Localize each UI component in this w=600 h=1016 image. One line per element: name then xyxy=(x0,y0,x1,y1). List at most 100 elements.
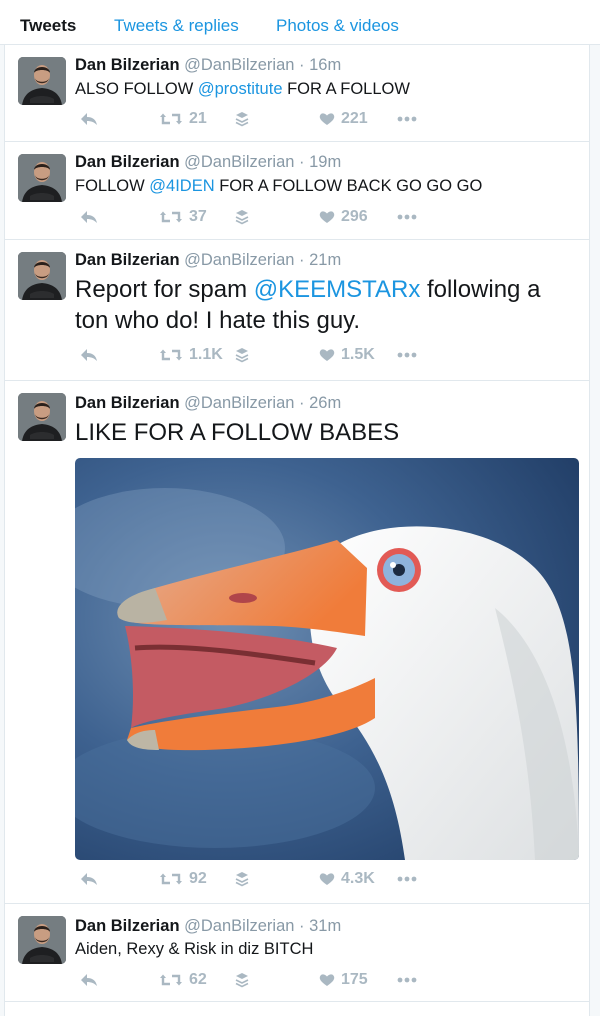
retweet-icon xyxy=(159,871,183,887)
tweet-text: Report for spam @KEEMSTARx following a xyxy=(75,274,540,305)
avatar-photo xyxy=(18,57,66,105)
retweet-button[interactable]: 92 xyxy=(159,869,207,889)
tweet[interactable]: Dan Bilzerian @DanBilzerian · 16m ALSO F… xyxy=(5,45,589,142)
heart-icon xyxy=(319,111,335,127)
heart-icon xyxy=(319,871,335,887)
goose-photo-graphic xyxy=(75,458,579,860)
author-name[interactable]: Dan Bilzerian xyxy=(75,251,180,269)
buffer-button[interactable] xyxy=(235,869,249,889)
reply-icon xyxy=(79,871,99,887)
tweet-header: Dan Bilzerian @DanBilzerian · 16m xyxy=(75,55,341,75)
more-button[interactable] xyxy=(397,345,417,365)
tweet-actions: 1.1K 1.5K xyxy=(75,345,475,365)
author-name[interactable]: Dan Bilzerian xyxy=(75,394,180,412)
tweet-timestamp[interactable]: 21m xyxy=(309,251,341,269)
author-name[interactable]: Dan Bilzerian xyxy=(75,153,180,171)
more-icon xyxy=(397,214,417,220)
buffer-button[interactable] xyxy=(235,970,249,990)
retweet-icon xyxy=(159,347,183,363)
more-icon xyxy=(397,977,417,983)
tweet-timestamp[interactable]: 31m xyxy=(309,917,341,935)
mention-link[interactable]: @4IDEN xyxy=(149,177,214,195)
more-icon xyxy=(397,876,417,882)
like-count: 1.5K xyxy=(341,346,375,363)
retweet-button[interactable]: 37 xyxy=(159,207,207,227)
heart-icon xyxy=(319,209,335,225)
retweet-icon xyxy=(159,972,183,988)
tweet[interactable]: Dan Bilzerian @DanBilzerian · 21m Report… xyxy=(5,240,589,381)
avatar[interactable] xyxy=(18,252,66,300)
tweet-text-part: FOLLOW xyxy=(75,177,150,195)
more-icon xyxy=(397,352,417,358)
tweet-timestamp[interactable]: 16m xyxy=(309,56,341,74)
more-button[interactable] xyxy=(397,207,417,227)
like-count: 175 xyxy=(341,971,368,988)
goose-photo[interactable] xyxy=(75,458,579,860)
like-button[interactable]: 175 xyxy=(319,970,368,990)
heart-icon xyxy=(319,347,335,363)
tab-tweets[interactable]: Tweets xyxy=(20,16,76,36)
tweet-stream: Dan Bilzerian @DanBilzerian · 16m ALSO F… xyxy=(4,45,590,1016)
author-handle[interactable]: @DanBilzerian xyxy=(184,251,294,269)
buffer-button[interactable] xyxy=(235,109,249,129)
reply-button[interactable] xyxy=(79,207,99,227)
retweet-button[interactable]: 62 xyxy=(159,970,207,990)
author-name[interactable]: Dan Bilzerian xyxy=(75,56,180,74)
tweet-text: Aiden, Rexy & Risk in diz BITCH xyxy=(75,940,314,958)
avatar[interactable] xyxy=(18,916,66,964)
heart-icon xyxy=(319,972,335,988)
tweet-header: Dan Bilzerian @DanBilzerian · 19m xyxy=(75,152,341,172)
separator-dot: · xyxy=(299,917,305,935)
like-button[interactable]: 4.3K xyxy=(319,869,375,889)
tweet-text-line2: ton who do! I hate this guy. xyxy=(75,307,361,334)
avatar[interactable] xyxy=(18,57,66,105)
buffer-icon xyxy=(235,347,249,363)
buffer-icon xyxy=(235,111,249,127)
retweet-icon xyxy=(159,111,183,127)
buffer-button[interactable] xyxy=(235,345,249,365)
separator-dot: · xyxy=(299,394,305,412)
tweet-text-part: Report for spam xyxy=(75,276,254,303)
tweet-text: FOLLOW @4IDEN FOR A FOLLOW BACK GO GO GO xyxy=(75,176,482,197)
reply-button[interactable] xyxy=(79,970,99,990)
tab-tweets-and-replies[interactable]: Tweets & replies xyxy=(114,16,239,36)
tweet[interactable]: Dan Bilzerian @DanBilzerian · 31m Aiden,… xyxy=(5,904,589,1002)
like-count: 4.3K xyxy=(341,870,375,887)
author-name[interactable]: Dan Bilzerian xyxy=(75,917,180,935)
reply-button[interactable] xyxy=(79,345,99,365)
like-button[interactable]: 221 xyxy=(319,109,368,129)
mention-link[interactable]: @prostitute xyxy=(198,80,283,98)
author-handle[interactable]: @DanBilzerian xyxy=(184,153,294,171)
more-button[interactable] xyxy=(397,109,417,129)
author-handle[interactable]: @DanBilzerian xyxy=(184,917,294,935)
like-button[interactable]: 296 xyxy=(319,207,368,227)
like-count: 296 xyxy=(341,208,368,225)
reply-button[interactable] xyxy=(79,869,99,889)
like-count: 221 xyxy=(341,110,368,127)
retweet-count: 37 xyxy=(189,208,207,225)
retweet-button[interactable]: 1.1K xyxy=(159,345,223,365)
tweet[interactable] xyxy=(5,1002,589,1016)
separator-dot: · xyxy=(299,56,305,74)
tweet-actions: 62 175 xyxy=(75,970,475,990)
avatar[interactable] xyxy=(18,154,66,202)
retweet-button[interactable]: 21 xyxy=(159,109,207,129)
more-button[interactable] xyxy=(397,970,417,990)
mention-link[interactable]: @KEEMSTARx xyxy=(254,276,421,303)
reply-icon xyxy=(79,209,99,225)
buffer-button[interactable] xyxy=(235,207,249,227)
author-handle[interactable]: @DanBilzerian xyxy=(184,394,294,412)
tab-photos-and-videos[interactable]: Photos & videos xyxy=(276,16,399,36)
tweet-header: Dan Bilzerian @DanBilzerian · 31m xyxy=(75,916,341,936)
more-button[interactable] xyxy=(397,869,417,889)
buffer-icon xyxy=(235,871,249,887)
reply-button[interactable] xyxy=(79,109,99,129)
tweet-timestamp[interactable]: 26m xyxy=(309,394,341,412)
author-handle[interactable]: @DanBilzerian xyxy=(184,56,294,74)
tweet[interactable]: Dan Bilzerian @DanBilzerian · 19m FOLLOW… xyxy=(5,142,589,240)
tweet-timestamp[interactable]: 19m xyxy=(309,153,341,171)
retweet-count: 1.1K xyxy=(189,346,223,363)
tweet[interactable]: Dan Bilzerian @DanBilzerian · 26m LIKE F… xyxy=(5,381,589,904)
like-button[interactable]: 1.5K xyxy=(319,345,375,365)
avatar[interactable] xyxy=(18,393,66,441)
